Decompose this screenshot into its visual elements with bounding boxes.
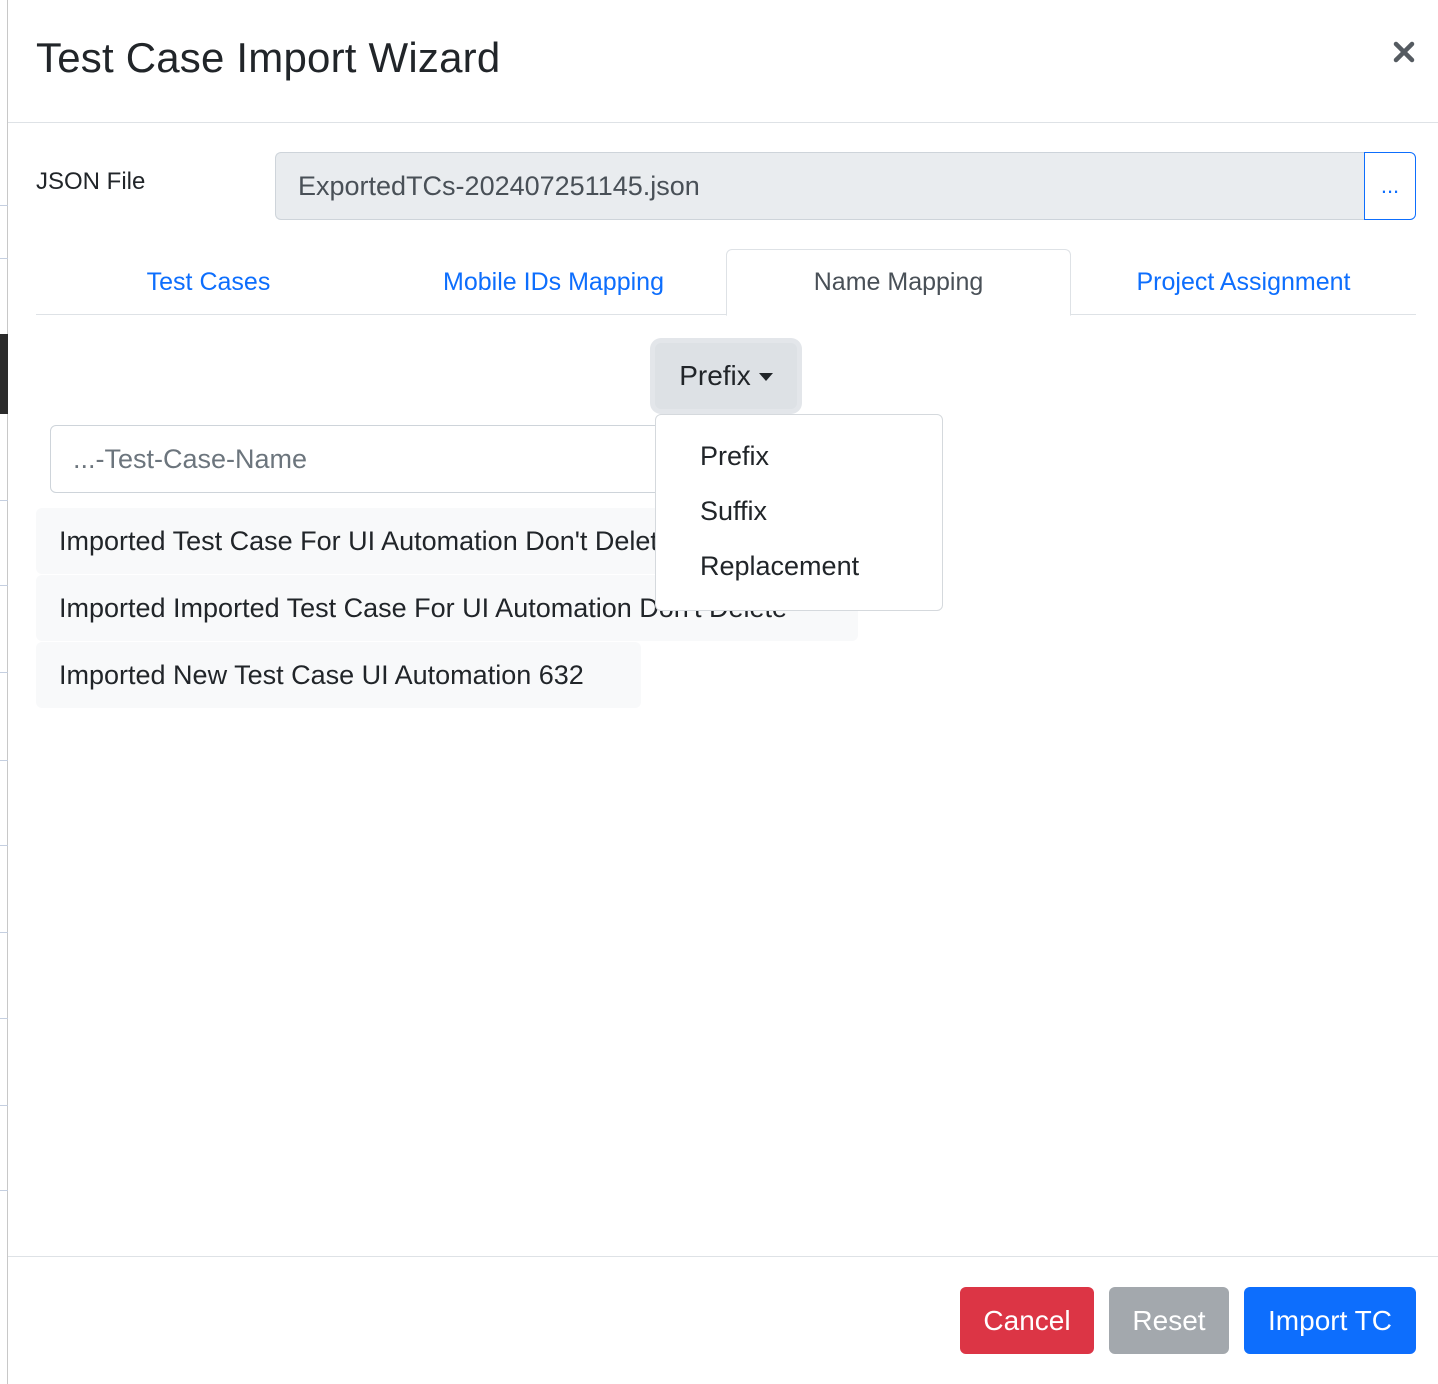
- json-file-value: ExportedTCs-202407251145.json: [298, 170, 700, 201]
- background-divider: [0, 500, 8, 501]
- mapping-mode-menu: Prefix Suffix Replacement: [655, 414, 943, 611]
- cancel-button[interactable]: Cancel: [960, 1287, 1094, 1354]
- background-divider: [0, 932, 8, 933]
- modal-footer: Cancel Reset Import TC: [8, 1256, 1438, 1384]
- modal-header: Test Case Import Wizard: [8, 0, 1438, 123]
- caret-down-icon: [758, 373, 773, 381]
- background-page-edge: [0, 0, 8, 1384]
- wizard-tabs: Test Cases Mobile IDs Mapping Name Mappi…: [36, 249, 1416, 316]
- test-case-name: Imported Test Case For UI Automation Don…: [59, 525, 673, 556]
- menu-item-replacement[interactable]: Replacement: [656, 539, 942, 594]
- import-tc-button[interactable]: Import TC: [1244, 1287, 1416, 1354]
- tab-project-assignment[interactable]: Project Assignment: [1071, 249, 1416, 315]
- name-mapping-input[interactable]: [50, 425, 690, 493]
- background-divider: [0, 845, 8, 846]
- tab-name-mapping[interactable]: Name Mapping: [726, 249, 1071, 316]
- import-wizard-modal: Test Case Import Wizard JSON File Export…: [8, 0, 1438, 1384]
- background-divider: [0, 205, 8, 206]
- background-divider: [0, 258, 8, 259]
- background-divider: [0, 760, 8, 761]
- modal-title: Test Case Import Wizard: [36, 34, 501, 81]
- menu-item-suffix[interactable]: Suffix: [656, 484, 942, 539]
- test-case-name: Imported New Test Case UI Automation 632: [59, 659, 584, 690]
- mapping-mode-selected: Prefix: [679, 360, 751, 391]
- test-case-item: Imported New Test Case UI Automation 632: [36, 642, 641, 708]
- close-button[interactable]: [1386, 34, 1422, 70]
- json-file-input[interactable]: ExportedTCs-202407251145.json: [275, 152, 1365, 220]
- tab-mobile-ids-mapping[interactable]: Mobile IDs Mapping: [381, 249, 726, 315]
- mapping-mode-dropdown[interactable]: Prefix: [655, 343, 797, 409]
- background-divider: [0, 672, 8, 673]
- background-divider: [0, 585, 8, 586]
- background-divider: [0, 1105, 8, 1106]
- browse-file-button[interactable]: ...: [1364, 152, 1416, 220]
- background-divider: [0, 1190, 8, 1191]
- json-file-label: JSON File: [36, 168, 146, 195]
- menu-item-prefix[interactable]: Prefix: [656, 429, 942, 484]
- test-case-item: Imported Test Case For UI Automation Don…: [36, 508, 676, 574]
- reset-button[interactable]: Reset: [1109, 1287, 1229, 1354]
- background-divider: [0, 1018, 8, 1019]
- close-icon: [1393, 41, 1415, 63]
- background-dark-block: [0, 334, 8, 414]
- tab-test-cases[interactable]: Test Cases: [36, 249, 381, 315]
